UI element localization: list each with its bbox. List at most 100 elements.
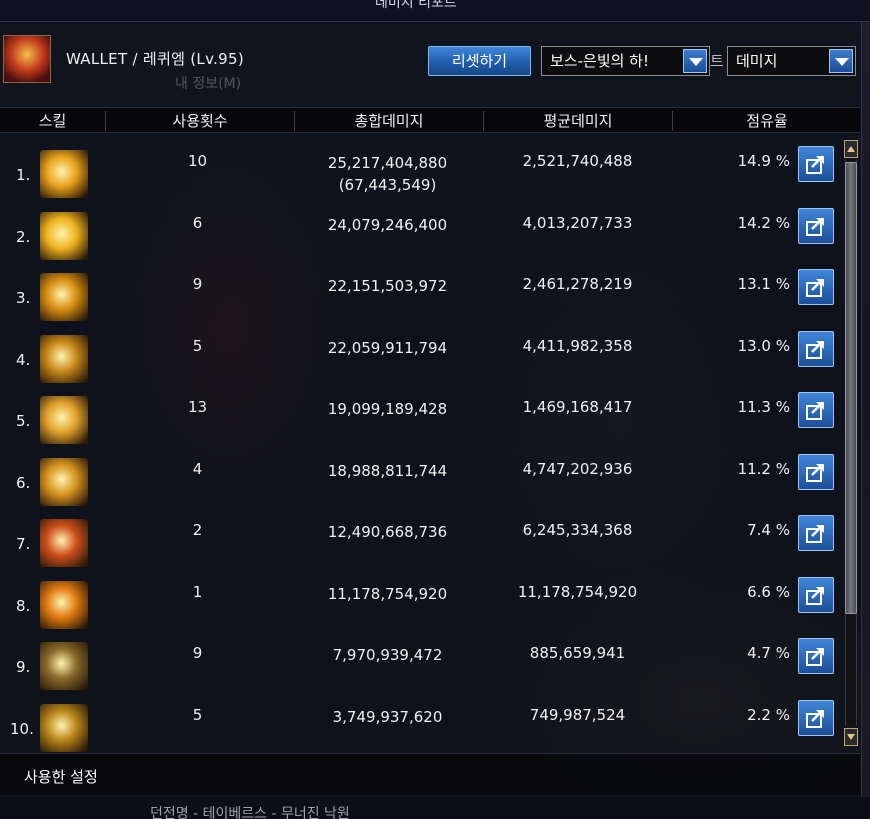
use-count: 10 bbox=[187, 152, 208, 170]
share-arrow-icon bbox=[806, 464, 824, 482]
share-arrow-icon bbox=[806, 156, 824, 174]
average-damage: 2,461,278,219 bbox=[522, 275, 633, 293]
total-damage-value: 18,988,811,744 bbox=[327, 462, 448, 480]
skill-icon-gold-figure bbox=[40, 150, 88, 198]
reset-button[interactable]: 리셋하기 bbox=[428, 46, 531, 76]
damage-share: 11.2 % bbox=[737, 460, 790, 478]
boss-select-value: 보스-은빛의 하! bbox=[550, 52, 649, 70]
share-arrow-icon bbox=[806, 218, 824, 236]
average-damage: 749,987,524 bbox=[529, 706, 626, 724]
total-damage: 18,988,811,744 bbox=[300, 460, 475, 482]
damage-share: 11.3 % bbox=[737, 398, 790, 416]
boss-select[interactable]: 보스-은빛의 하! bbox=[541, 46, 710, 76]
damage-share: 4.7 % bbox=[747, 644, 790, 662]
scroll-up-button[interactable] bbox=[844, 140, 858, 158]
rank-number: 4. bbox=[16, 351, 31, 369]
share-export-button[interactable] bbox=[798, 392, 834, 428]
table-row: 5. 13 19,099,189,428 1,469,168,417 11.3 % bbox=[0, 392, 840, 457]
total-damage: 22,151,503,972 bbox=[300, 275, 475, 297]
total-damage-value: 19,099,189,428 bbox=[327, 400, 448, 418]
rank-number: 7. bbox=[16, 535, 31, 553]
average-damage: 11,178,754,920 bbox=[517, 583, 638, 601]
use-count: 5 bbox=[192, 706, 203, 724]
skill-icon-target-cross bbox=[40, 642, 88, 690]
scroll-down-button[interactable] bbox=[844, 728, 858, 746]
share-export-button[interactable] bbox=[798, 269, 834, 305]
total-damage: 11,178,754,920 bbox=[300, 583, 475, 605]
background-window-title: 내 정보(M) bbox=[175, 76, 242, 92]
skill-icon-gold-burst bbox=[40, 212, 88, 260]
rank-number: 5. bbox=[16, 412, 31, 430]
share-export-button[interactable] bbox=[798, 208, 834, 244]
total-damage-value: 12,490,668,736 bbox=[327, 523, 448, 541]
damage-share: 14.2 % bbox=[737, 214, 790, 232]
damage-share: 14.9 % bbox=[737, 152, 790, 170]
average-damage: 4,747,202,936 bbox=[522, 460, 633, 478]
damage-share: 13.0 % bbox=[737, 337, 790, 355]
share-export-button[interactable] bbox=[798, 638, 834, 674]
share-export-button[interactable] bbox=[798, 454, 834, 490]
share-export-button[interactable] bbox=[798, 331, 834, 367]
table-row: 9. 9 7,970,939,472 885,659,941 4.7 % bbox=[0, 638, 840, 703]
rank-number: 8. bbox=[16, 597, 31, 615]
table-row: 3. 9 22,151,503,972 2,461,278,219 13.1 % bbox=[0, 269, 840, 334]
share-arrow-icon bbox=[806, 587, 824, 605]
share-export-button[interactable] bbox=[798, 515, 834, 551]
skill-icon-gold-rune bbox=[40, 458, 88, 506]
total-damage-value: 3,749,937,620 bbox=[332, 708, 443, 726]
use-count: 13 bbox=[187, 398, 208, 416]
rank-number: 2. bbox=[16, 228, 31, 246]
obscured-label: 트 bbox=[710, 52, 724, 70]
average-damage: 2,521,740,488 bbox=[522, 152, 633, 170]
share-arrow-icon bbox=[806, 710, 824, 728]
chevron-down-icon[interactable] bbox=[683, 49, 707, 73]
average-damage: 4,013,207,733 bbox=[522, 214, 633, 232]
window-title: 데미지 리포트 bbox=[375, 0, 457, 11]
total-damage: 22,059,911,794 bbox=[300, 337, 475, 359]
column-skill: 스킬 bbox=[38, 112, 67, 130]
rank-number: 3. bbox=[16, 289, 31, 307]
total-damage-value: 7,970,939,472 bbox=[332, 646, 443, 664]
character-name: WALLET / 레퀴엠 (Lv.95) bbox=[66, 50, 245, 68]
total-damage: 7,970,939,472 bbox=[300, 644, 475, 666]
use-count: 9 bbox=[192, 644, 203, 662]
total-damage-value: 24,079,246,400 bbox=[327, 216, 448, 234]
skill-icon-red-figure bbox=[40, 519, 88, 567]
share-export-button[interactable] bbox=[798, 700, 834, 736]
metric-select[interactable]: 데미지 bbox=[727, 46, 856, 76]
use-count: 1 bbox=[192, 583, 203, 601]
total-damage: 19,099,189,428 bbox=[300, 398, 475, 420]
table-row: 7. 2 12,490,668,736 6,245,334,368 7.4 % bbox=[0, 515, 840, 580]
skill-icon-orange-slash bbox=[40, 581, 88, 629]
damage-share: 2.2 % bbox=[747, 706, 790, 724]
use-count: 5 bbox=[192, 337, 203, 355]
total-damage-value: 22,059,911,794 bbox=[327, 339, 448, 357]
table-row: 4. 5 22,059,911,794 4,411,982,358 13.0 % bbox=[0, 331, 840, 396]
chevron-down-icon[interactable] bbox=[829, 49, 853, 73]
column-average-damage: 평균데미지 bbox=[543, 112, 613, 130]
skill-icon-gold-swirl bbox=[40, 335, 88, 383]
share-export-button[interactable] bbox=[798, 146, 834, 182]
skill-icon-gold-star bbox=[40, 704, 88, 752]
table-header: 스킬 사용횟수 총합데미지 평균데미지 점유율 bbox=[0, 107, 860, 133]
scrollbar-thumb[interactable] bbox=[845, 162, 857, 614]
use-count: 9 bbox=[192, 275, 203, 293]
bottom-status-line: 던전명 - 테이베르스 - 무너진 낙원 bbox=[0, 797, 870, 819]
table-row: 6. 4 18,988,811,744 4,747,202,936 11.2 % bbox=[0, 454, 840, 519]
average-damage: 1,469,168,417 bbox=[522, 398, 633, 416]
settings-used-label[interactable]: 사용한 설정 bbox=[24, 766, 98, 787]
share-arrow-icon bbox=[806, 648, 824, 666]
use-count: 4 bbox=[192, 460, 203, 478]
total-damage: 25,217,404,880 (67,443,549) bbox=[300, 152, 475, 196]
table-row: 2. 6 24,079,246,400 4,013,207,733 14.2 % bbox=[0, 208, 840, 273]
share-arrow-icon bbox=[806, 341, 824, 359]
character-avatar bbox=[3, 35, 51, 83]
column-share: 점유율 bbox=[746, 112, 788, 130]
metric-select-value: 데미지 bbox=[736, 52, 778, 70]
rank-number: 6. bbox=[16, 474, 31, 492]
total-damage-value: 25,217,404,880 bbox=[327, 154, 448, 172]
share-export-button[interactable] bbox=[798, 577, 834, 613]
share-arrow-icon bbox=[806, 279, 824, 297]
total-damage: 12,490,668,736 bbox=[300, 521, 475, 543]
damage-share: 6.6 % bbox=[747, 583, 790, 601]
